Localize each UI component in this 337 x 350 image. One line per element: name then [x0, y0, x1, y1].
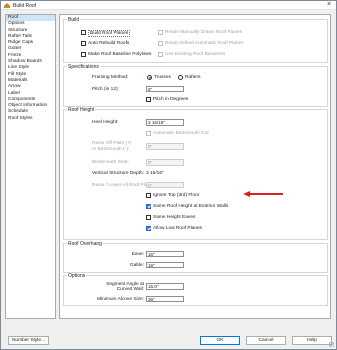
options-group-title: Options: [67, 272, 87, 279]
same-height-eaves-label: Same Height Eaves: [153, 215, 196, 220]
raise-off-plate-label-line2: or Birdsmouth (-):: [92, 147, 130, 152]
birdsmouth-seat-label: Birdsmouth Seat:: [92, 160, 129, 165]
min-alcove-input[interactable]: 36": [146, 295, 184, 302]
retain-edited-label: Retain Edited Automatic Roof Planes: [165, 41, 244, 46]
roof-overhang-group: Roof Overhang Eave: 16" Gable: 16": [63, 240, 328, 273]
pitch-input[interactable]: 6": [146, 85, 184, 92]
vertical-depth-label: Vertical Structure Depth:: [92, 171, 144, 176]
retain-edited-checkbox[interactable]: [158, 41, 163, 46]
annotation-arrow-icon: [243, 190, 250, 197]
options-group: Options Segment Angle at Curved Wall: 15…: [63, 272, 328, 306]
pitch-degrees-checkbox[interactable]: [146, 97, 151, 102]
birdsmouth-seat-input[interactable]: 0": [146, 159, 184, 166]
same-height-walls-checkbox[interactable]: [146, 204, 151, 209]
close-icon[interactable]: ×: [324, 1, 334, 10]
trusses-radio[interactable]: [147, 75, 152, 80]
min-alcove-label: Minimum Alcove Size:: [97, 296, 144, 302]
roof-overhang-group-title: Roof Overhang: [67, 240, 103, 247]
auto-rebuild-checkbox[interactable]: [81, 41, 86, 46]
use-existing-checkbox[interactable]: [158, 52, 163, 57]
rafters-label: Rafters: [185, 75, 201, 80]
eave-input[interactable]: 16": [146, 250, 184, 257]
number-style-button[interactable]: Number Style...: [8, 336, 49, 345]
build-group: Build Build Roof Planes Retain Manually …: [63, 16, 328, 63]
raise-off-plate-label: Raise Off Plate (+): [92, 141, 132, 146]
build-roof-dialog: Build Roof × Roof Options Structure Rafter …: [0, 0, 337, 350]
build-group-title: Build: [67, 16, 81, 23]
make-baselines-checkbox[interactable]: [81, 52, 86, 57]
title-bar: Build Roof ×: [1, 1, 336, 10]
retain-manual-checkbox[interactable]: [158, 29, 163, 35]
trusses-label: Trusses: [154, 75, 171, 80]
framing-method-label: Framing Method:: [92, 75, 129, 80]
window-title: Build Roof: [13, 2, 37, 9]
category-sidebar: Roof Options Structure Rafter Tails Ridge Ca…: [5, 14, 56, 319]
ignore-top-floor-label: Ignore Top (3rd) Floor: [153, 193, 200, 198]
same-height-walls-label: Same Roof Height at Exterior Walls: [153, 204, 229, 209]
allow-low-planes-label: Allow Low Roof Planes: [153, 226, 203, 231]
help-button[interactable]: Help: [292, 336, 332, 345]
vertical-depth-value: 3 15/16": [146, 171, 164, 176]
make-baselines-label: Make Roof Baseline Polylines: [88, 52, 152, 57]
allow-low-planes-checkbox[interactable]: [146, 226, 151, 231]
segment-angle-input[interactable]: 15.0°: [146, 283, 184, 290]
build-roof-planes-checkbox[interactable]: [81, 29, 86, 35]
cancel-button[interactable]: Cancel: [246, 336, 286, 345]
rafters-radio[interactable]: [178, 75, 183, 80]
raise-off-plate-input[interactable]: 0": [146, 143, 184, 150]
sidebar-item-roof-styles[interactable]: Roof Styles: [6, 116, 55, 122]
auto-birdsmouth-label: Automatic Birdsmouth Cut: [153, 130, 209, 136]
same-height-eaves-checkbox[interactable]: [146, 215, 151, 220]
roof-height-group-title: Roof Height: [67, 106, 96, 113]
segment-angle-label: Segment Angle at: [106, 281, 144, 287]
gable-input[interactable]: 16": [146, 261, 184, 268]
heel-height-label: Heel Height:: [92, 120, 119, 125]
retain-manual-label: Retain Manually Drawn Roof Planes: [165, 29, 243, 35]
roof-height-group: Roof Height Heel Height: 3 15/16" Automa…: [63, 106, 328, 240]
roof-panel: Build Build Roof Planes Retain Manually …: [59, 14, 331, 319]
roof-app-icon: [4, 3, 10, 8]
heel-height-input[interactable]: 3 15/16": [146, 119, 184, 126]
ok-button[interactable]: OK: [200, 336, 240, 345]
auto-birdsmouth-checkbox[interactable]: [146, 130, 151, 136]
auto-rebuild-label: Auto Rebuild Roofs: [88, 41, 130, 46]
resize-grip-icon[interactable]: [329, 342, 334, 347]
raise-lower-input[interactable]: 0": [146, 181, 184, 188]
build-roof-planes-label: Build Roof Planes: [88, 29, 131, 37]
specifications-group: Specifications Framing Method: Trusses R…: [63, 63, 328, 107]
use-existing-label: Use Existing Roof Baselines: [165, 52, 226, 57]
annotation-arrow-shaft: [248, 193, 283, 195]
pitch-label: Pitch (in 12):: [92, 86, 119, 92]
ignore-top-floor-checkbox[interactable]: [146, 193, 151, 198]
eave-label: Eave:: [131, 251, 144, 257]
pitch-degrees-label: Pitch in Degrees: [153, 97, 189, 102]
gable-label: Gable:: [129, 262, 144, 268]
specifications-group-title: Specifications: [67, 63, 100, 70]
segment-angle-label-line2: Curved Wall:: [116, 287, 144, 292]
